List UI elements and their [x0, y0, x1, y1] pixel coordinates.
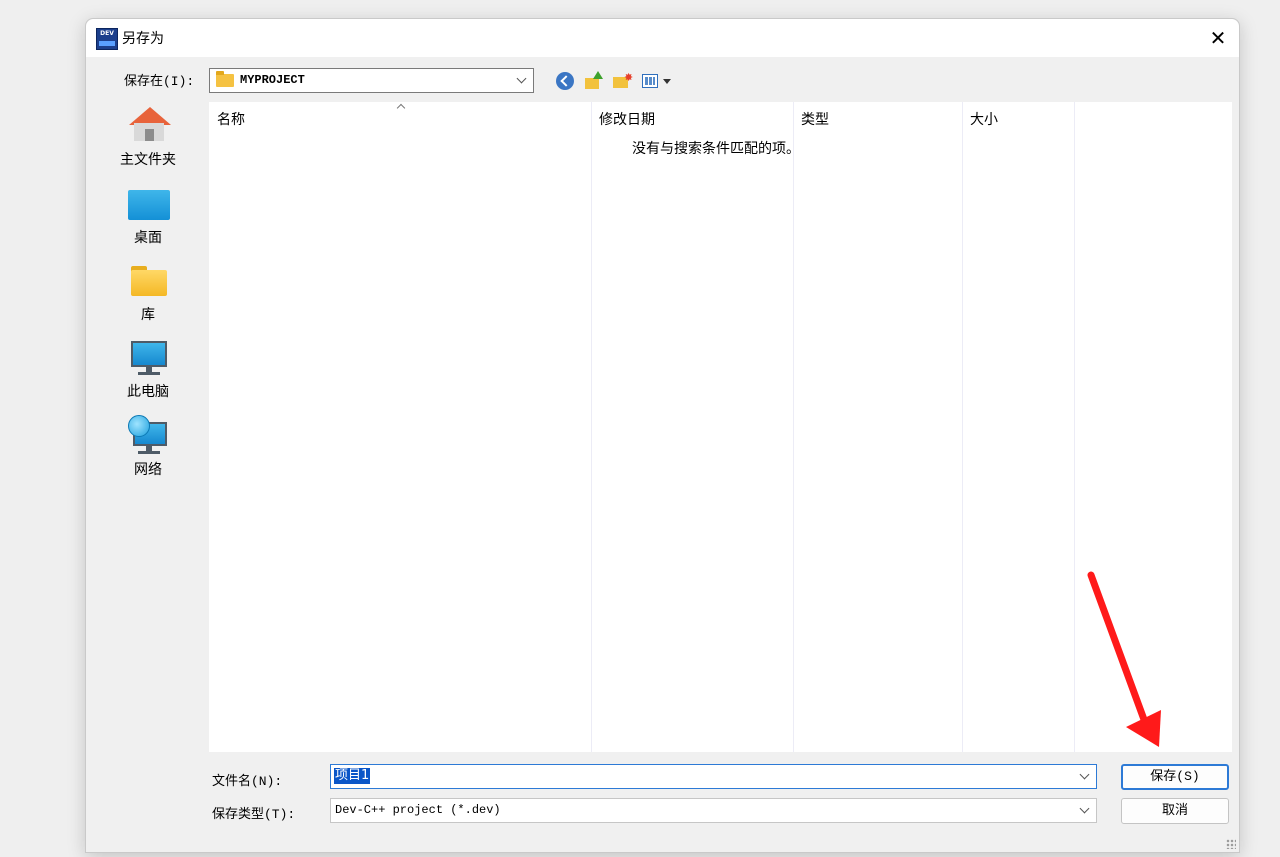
place-library[interactable]: 库 [96, 256, 200, 328]
devcpp-app-icon: DEV [96, 28, 118, 50]
sort-ascending-icon [397, 101, 405, 109]
place-label: 网络 [134, 462, 162, 478]
chevron-down-icon[interactable] [1078, 803, 1092, 817]
resize-grip-icon[interactable] [1226, 839, 1236, 849]
column-divider[interactable] [1074, 102, 1075, 752]
filetype-select[interactable]: Dev-C++ project (*.dev) [330, 798, 1097, 823]
library-folder-icon [128, 260, 170, 300]
network-icon [128, 415, 170, 455]
new-folder-icon[interactable]: ✸ [612, 71, 633, 91]
filename-value[interactable]: 项目1 [334, 768, 371, 784]
file-list[interactable]: 名称 修改日期 类型 大小 没有与搜索条件匹配的项。 [209, 102, 1232, 752]
column-header-name[interactable]: 名称 [217, 109, 245, 129]
folder-icon [216, 71, 234, 87]
place-this-pc[interactable]: 此电脑 [96, 333, 200, 405]
home-icon [128, 105, 171, 145]
save-in-path: MYPROJECT [240, 73, 305, 87]
place-label: 库 [141, 307, 155, 323]
back-icon[interactable] [555, 71, 575, 91]
column-header-type[interactable]: 类型 [801, 109, 829, 129]
filename-input[interactable]: 项目1 [330, 764, 1097, 789]
window-title: 另存为 [122, 31, 164, 47]
desktop-icon [128, 183, 170, 223]
title-bar: DEV 另存为 ✕ [86, 19, 1239, 57]
empty-list-message: 没有与搜索条件匹配的项。 [632, 141, 800, 157]
column-header-modified[interactable]: 修改日期 [599, 109, 655, 129]
column-header-size[interactable]: 大小 [970, 109, 998, 129]
computer-icon [128, 337, 170, 377]
place-home[interactable]: 主文件夹 [96, 101, 200, 173]
place-desktop[interactable]: 桌面 [96, 179, 200, 251]
filetype-label: 保存类型(T): [212, 807, 296, 822]
column-divider[interactable] [962, 102, 963, 752]
filename-label: 文件名(N): [212, 774, 283, 789]
close-button[interactable]: ✕ [1200, 23, 1236, 53]
chevron-down-icon[interactable] [1078, 769, 1092, 783]
place-label: 主文件夹 [120, 152, 176, 168]
place-label: 此电脑 [127, 384, 169, 400]
column-divider[interactable] [591, 102, 592, 752]
place-network[interactable]: 网络 [96, 411, 200, 483]
view-menu-icon[interactable] [641, 71, 675, 91]
filetype-value: Dev-C++ project (*.dev) [335, 803, 501, 817]
cancel-button[interactable]: 取消 [1121, 798, 1229, 824]
save-button[interactable]: 保存(S) [1121, 764, 1229, 790]
place-label: 桌面 [134, 230, 162, 246]
save-in-label: 保存在(I): [124, 74, 195, 89]
column-divider[interactable] [793, 102, 794, 752]
save-as-dialog: DEV 另存为 ✕ 保存在(I): MYPROJECT ✸ 主文件夹 桌面 库 [85, 18, 1240, 853]
up-folder-icon[interactable] [584, 71, 604, 91]
save-in-dropdown[interactable]: MYPROJECT [209, 68, 534, 93]
chevron-down-icon[interactable] [515, 73, 529, 87]
